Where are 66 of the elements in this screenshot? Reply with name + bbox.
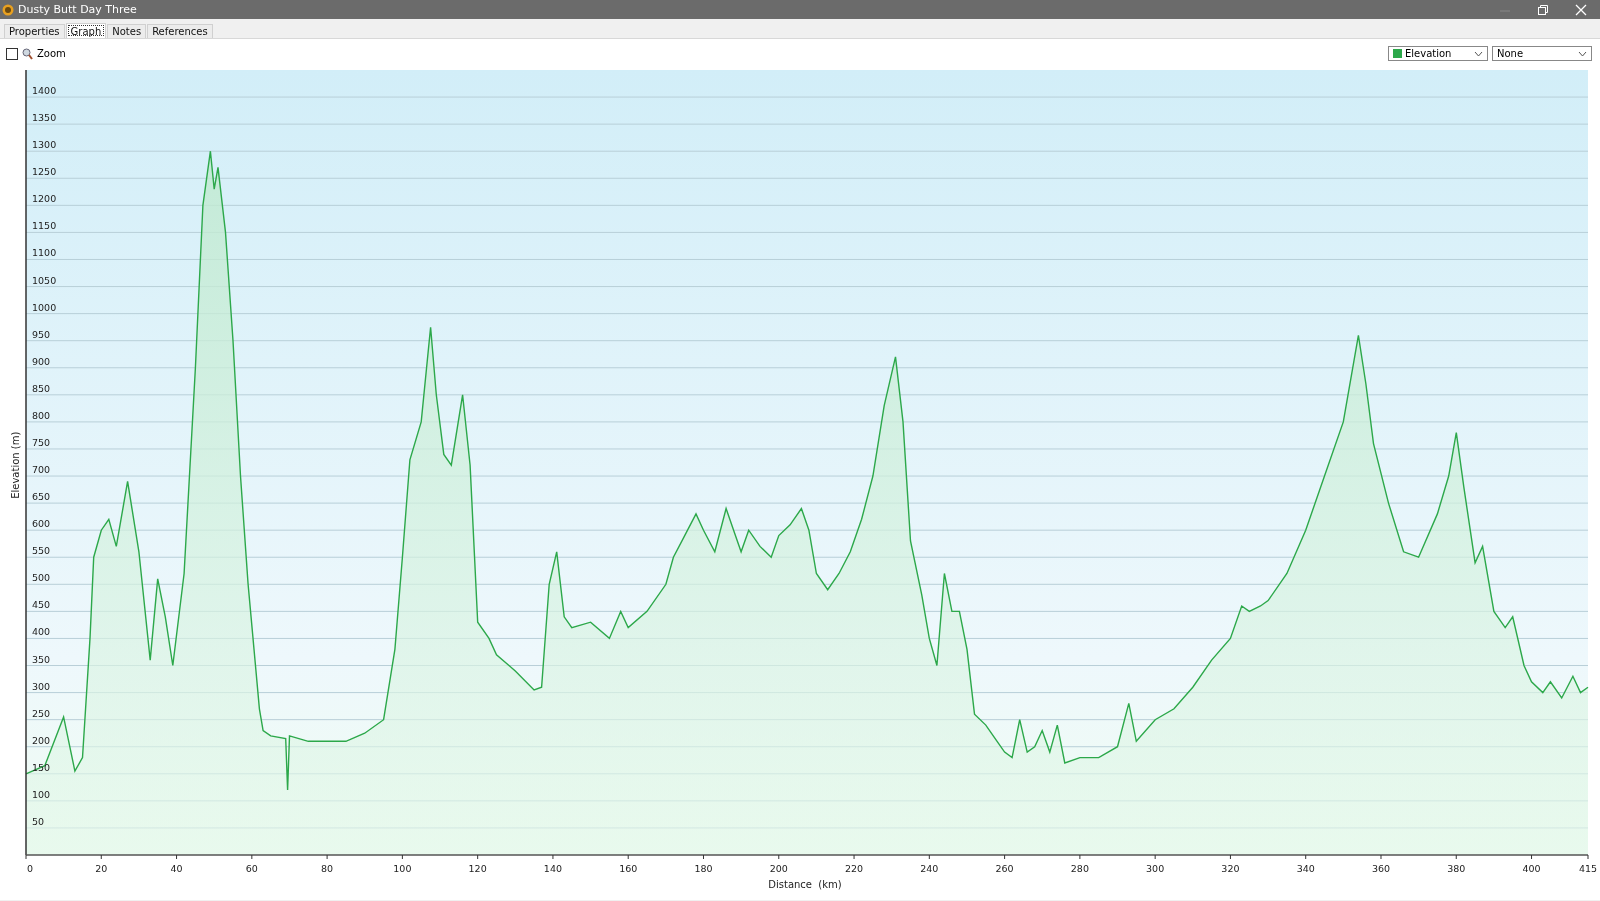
x-axis-title: Distance (km) [768, 879, 842, 890]
x-tick-label: 360 [1371, 863, 1391, 874]
caret-icon [1578, 50, 1587, 57]
x-tick-label: 400 [1522, 863, 1541, 874]
y-tick-label: 1250 [32, 166, 57, 178]
y-tick-label: 450 [32, 599, 51, 611]
x-tick-label: 280 [1070, 863, 1089, 874]
tab[interactable]: Notes [107, 24, 147, 38]
x-tick-label: 300 [1146, 863, 1165, 874]
restore-icon[interactable] [1536, 2, 1550, 17]
x-tick-label: 80 [321, 863, 334, 874]
y-tick-label: 1350 [32, 112, 57, 124]
x-tick-label: 60 [245, 863, 258, 874]
x-tick-label: 40 [170, 863, 183, 874]
zoom-checkbox[interactable] [6, 47, 18, 60]
y-tick-label: 950 [32, 328, 51, 340]
y-tick-label: 900 [32, 355, 51, 367]
y-tick-label: 1050 [32, 274, 57, 286]
magnifier-icon [22, 47, 33, 60]
y-tick-label: 1300 [32, 139, 57, 151]
y-tick-label: 50 [32, 815, 45, 827]
y-tick-label: 750 [32, 436, 51, 448]
y-tick-label: 100 [32, 788, 51, 800]
y-tick-label: 550 [32, 545, 51, 557]
y-tick-label: 650 [32, 491, 51, 503]
close-icon[interactable] [1574, 2, 1588, 17]
window-title: Dusty Butt Day Three [18, 3, 138, 16]
y-tick-label: 1200 [32, 193, 57, 205]
y-tick-label: 850 [32, 382, 51, 394]
y-tick-label: 1000 [32, 301, 57, 313]
caret-icon [1474, 50, 1483, 57]
x-tick-label: 260 [995, 863, 1014, 874]
y-tick-label: 1100 [32, 247, 57, 259]
y-tick-label: 700 [32, 464, 51, 476]
x-tick-label: 380 [1447, 863, 1466, 874]
series-dropdown[interactable]: Elevation [1388, 46, 1488, 61]
y-tick-label: 1400 [32, 85, 57, 97]
y-tick-label: 1150 [32, 220, 57, 232]
y-tick-label: 200 [32, 734, 51, 746]
x-tick-label: 220 [845, 863, 864, 874]
tab[interactable]: Graph [65, 23, 107, 38]
y-tick-label: 400 [32, 626, 51, 638]
x-tick-label: 120 [468, 863, 487, 874]
y-tick-label: 500 [32, 572, 51, 584]
x-tick-label: 200 [769, 863, 788, 874]
x-tick-label: 320 [1221, 863, 1240, 874]
second-series-dropdown[interactable]: None [1492, 46, 1592, 61]
x-tick-label: 415 [1578, 863, 1598, 874]
y-tick-label: 250 [32, 707, 51, 719]
x-tick-label: 180 [694, 863, 713, 874]
x-tick-label: 160 [619, 863, 638, 874]
zoom-label: Zoom [37, 48, 66, 59]
x-tick-label: 240 [920, 863, 939, 874]
x-tick-label: 0 [27, 863, 33, 874]
x-tick-label: 20 [95, 863, 108, 874]
y-axis-title: Elevation (m) [10, 431, 21, 499]
tab[interactable]: References [147, 24, 213, 38]
x-tick-label: 340 [1296, 863, 1315, 874]
x-tick-label: 100 [393, 863, 412, 874]
tab[interactable]: Properties [4, 24, 65, 38]
y-tick-label: 350 [32, 653, 51, 665]
y-tick-label: 600 [32, 518, 51, 530]
x-tick-label: 140 [543, 863, 562, 874]
y-tick-label: 300 [32, 680, 51, 692]
app-icon [2, 3, 14, 16]
y-tick-label: 800 [32, 409, 51, 421]
